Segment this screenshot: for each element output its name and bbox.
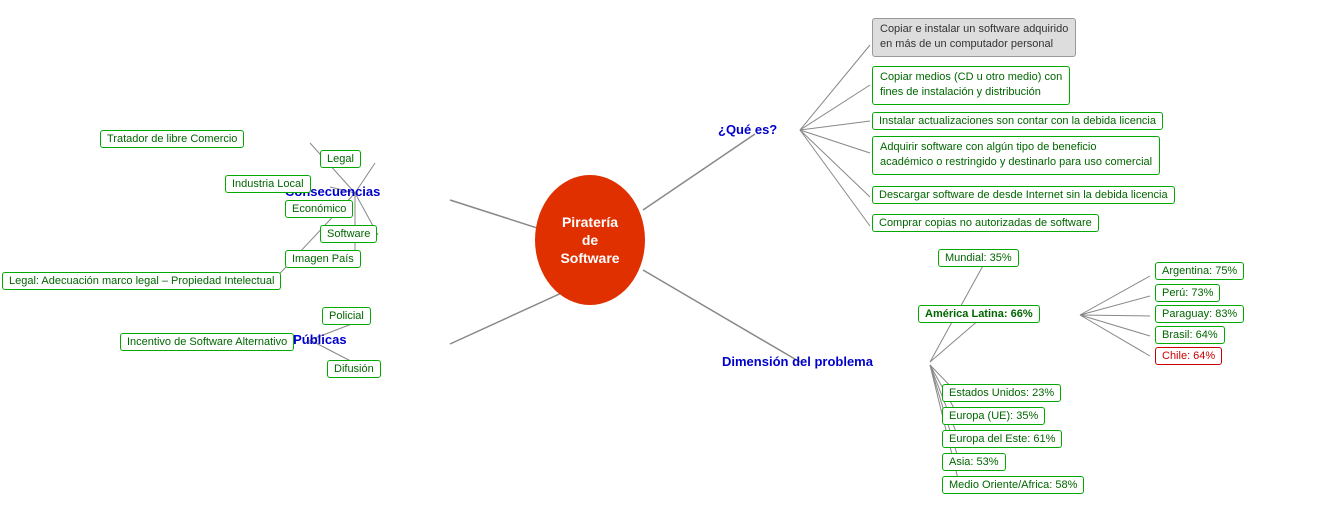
dimension-label: Dimensión del problema (722, 354, 873, 369)
node-descargar: Descargar software de desde Internet sin… (872, 186, 1175, 204)
node-software-c: Software (320, 225, 377, 243)
center-label: PirateríadeSoftware (535, 175, 645, 305)
node-comprar-copias: Comprar copias no autorizadas de softwar… (872, 214, 1099, 232)
node-copiar-medios: Copiar medios (CD u otro medio) confines… (872, 66, 1070, 105)
center-node: PirateríadeSoftware (535, 175, 645, 305)
mindmap-canvas: PirateríadeSoftware Consecuencias Políti… (0, 0, 1327, 519)
node-asia: Asia: 53% (942, 453, 1006, 471)
node-policial: Policial (322, 307, 371, 325)
node-europa-este: Europa del Este: 61% (942, 430, 1062, 448)
node-adquirir-soft: Adquirir software con algún tipo de bene… (872, 136, 1160, 175)
connector-lines (0, 0, 1327, 519)
node-argentina: Argentina: 75% (1155, 262, 1244, 280)
node-tratador: Tratador de libre Comercio (100, 130, 244, 148)
quees-label: ¿Qué es? (718, 122, 777, 137)
node-economico: Económico (285, 200, 353, 218)
node-incentivo: Incentivo de Software Alternativo (120, 333, 294, 351)
node-eeuu: Estados Unidos: 23% (942, 384, 1061, 402)
node-chile: Chile: 64% (1155, 347, 1222, 365)
node-latam: América Latina: 66% (918, 305, 1040, 323)
node-peru: Perú: 73% (1155, 284, 1220, 302)
node-medio-oriente: Medio Oriente/Africa: 58% (942, 476, 1084, 494)
node-mundial: Mundial: 35% (938, 249, 1019, 267)
node-instalar-act: Instalar actualizaciones son contar con … (872, 112, 1163, 130)
branch-dimension: Dimensión del problema (722, 354, 873, 369)
node-paraguay: Paraguay: 83% (1155, 305, 1244, 323)
node-copiar-instalar: Copiar e instalar un software adquiridoe… (872, 18, 1076, 57)
node-brasil: Brasil: 64% (1155, 326, 1225, 344)
node-industria: Industria Local (225, 175, 311, 193)
node-difusion: Difusión (327, 360, 381, 378)
node-imagen: Imagen País (285, 250, 361, 268)
branch-quees: ¿Qué es? (718, 122, 777, 137)
node-legal-c: Legal (320, 150, 361, 168)
node-adecuacion: Legal: Adecuación marco legal – Propieda… (2, 272, 281, 290)
node-europa-ue: Europa (UE): 35% (942, 407, 1045, 425)
